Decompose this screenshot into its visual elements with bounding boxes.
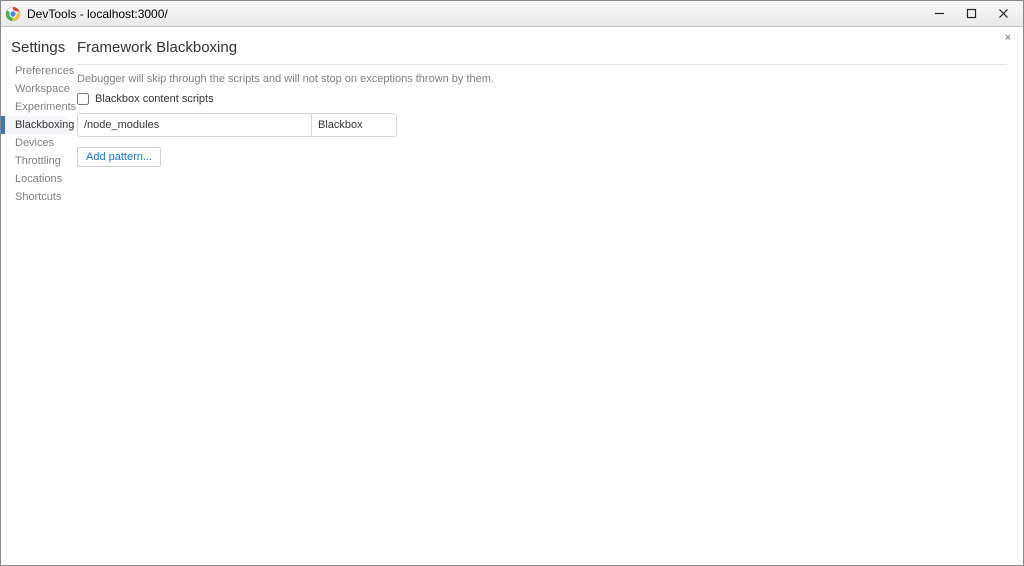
minimize-button[interactable] (923, 1, 955, 27)
window-title: DevTools - localhost:3000/ (27, 7, 923, 21)
sidebar-item-locations[interactable]: Locations (1, 170, 67, 188)
sidebar-item-devices[interactable]: Devices (1, 134, 67, 152)
pattern-table: /node_modules Blackbox (77, 113, 397, 137)
sidebar-item-throttling[interactable]: Throttling (1, 152, 67, 170)
maximize-button[interactable] (955, 1, 987, 27)
blackbox-content-scripts-row[interactable]: Blackbox content scripts (77, 93, 1007, 105)
close-window-button[interactable] (987, 1, 1019, 27)
checkbox-label: Blackbox content scripts (95, 93, 214, 105)
sidebar-item-blackboxing[interactable]: Blackboxing (1, 116, 67, 134)
sidebar-title: Settings (1, 33, 67, 62)
window-titlebar: DevTools - localhost:3000/ (1, 1, 1023, 27)
pattern-cell-pattern: /node_modules (78, 114, 311, 136)
sidebar-item-workspace[interactable]: Workspace (1, 80, 67, 98)
sidebar-item-shortcuts[interactable]: Shortcuts (1, 188, 67, 206)
close-panel-button[interactable]: × (1001, 31, 1015, 45)
add-pattern-button[interactable]: Add pattern... (77, 147, 161, 167)
pattern-cell-behavior: Blackbox (311, 114, 396, 136)
settings-sidebar: Settings Preferences Workspace Experimen… (1, 27, 67, 565)
page-title: Framework Blackboxing (77, 37, 1007, 64)
chrome-icon (5, 6, 21, 22)
sidebar-item-experiments[interactable]: Experiments (1, 98, 67, 116)
divider (77, 64, 1007, 65)
settings-main-panel: × Framework Blackboxing Debugger will sk… (67, 27, 1023, 565)
sidebar-item-preferences[interactable]: Preferences (1, 62, 67, 80)
window-controls (923, 1, 1019, 27)
blackbox-content-scripts-checkbox[interactable] (77, 93, 89, 105)
page-description: Debugger will skip through the scripts a… (77, 73, 1007, 85)
pattern-row[interactable]: /node_modules Blackbox (78, 114, 396, 136)
